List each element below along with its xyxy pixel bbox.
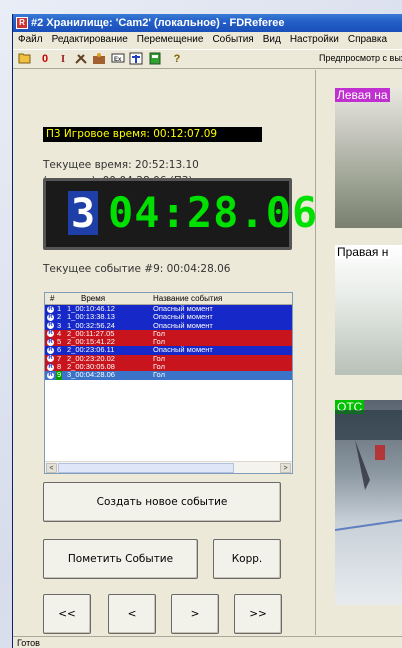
- scene-icon[interactable]: [91, 52, 107, 67]
- camera-preview-ots[interactable]: ОТС: [335, 400, 402, 605]
- referee-icon: R: [47, 322, 54, 330]
- title-bar[interactable]: R #2 Хранилище: 'Cam2' (локальное) - FDR…: [13, 14, 402, 32]
- menu-bar: Файл Редактирование Перемещение События Вид Н…: [13, 32, 402, 48]
- event-num: 9: [56, 370, 63, 380]
- referee-icon: R: [47, 313, 54, 321]
- menu-events[interactable]: События: [207, 34, 257, 45]
- menu-settings[interactable]: Настройки: [285, 34, 343, 45]
- scroll-left-icon[interactable]: <: [46, 463, 57, 473]
- clock-time: 04:28.06: [108, 188, 319, 237]
- first-event-button[interactable]: <<: [43, 594, 91, 634]
- event-name: Гол: [153, 370, 165, 380]
- svg-text:Ex: Ex: [114, 57, 122, 63]
- scroll-right-icon[interactable]: >: [280, 463, 291, 473]
- scoreboard-clock: 3 04:28.06: [43, 178, 317, 250]
- app-window: R #2 Хранилище: 'Cam2' (локальное) - FDR…: [12, 14, 402, 648]
- referee-icon: R: [47, 305, 54, 313]
- camera-label-left: Левая на: [335, 88, 390, 102]
- menu-view[interactable]: Вид: [258, 34, 285, 45]
- current-time-label: Текущее время: 20:52:13.10: [43, 159, 199, 171]
- referee-icon: R: [47, 363, 54, 371]
- camera-preview-right[interactable]: Правая н: [335, 245, 402, 375]
- hockey-rink-image: [335, 410, 402, 531]
- referee-icon: R: [47, 355, 54, 363]
- horizontal-scrollbar[interactable]: < >: [45, 461, 292, 473]
- menu-edit[interactable]: Редактирование: [47, 34, 132, 45]
- event-list[interactable]: # Время Название события R 1 1_00:10:46.12…: [44, 292, 293, 474]
- camera-label-right: Правая н: [335, 245, 391, 259]
- tools-icon[interactable]: [73, 52, 89, 67]
- game-time-label: П3 Игровое время: 00:12:07.09: [43, 127, 262, 142]
- zero-icon[interactable]: 0: [37, 52, 53, 67]
- folder-open-icon[interactable]: [17, 52, 33, 67]
- event-row[interactable]: R 9 3_00:04:28.06 Гол: [45, 370, 292, 380]
- menu-navigate[interactable]: Перемещение: [132, 34, 208, 45]
- camera-preview-panel: Левая на Правая н ОТС: [315, 70, 402, 635]
- left-panel: П3 Игровое время: 00:12:07.09 Текущее вр…: [13, 70, 317, 635]
- prev-event-button[interactable]: <: [108, 594, 156, 634]
- film-icon[interactable]: [147, 52, 163, 67]
- referee-icon: R: [47, 371, 54, 379]
- help-icon[interactable]: ?: [169, 52, 185, 67]
- scroll-thumb[interactable]: [58, 463, 234, 473]
- target-icon[interactable]: [128, 52, 144, 67]
- correct-button[interactable]: Корр.: [213, 539, 281, 579]
- menu-file[interactable]: Файл: [13, 34, 47, 45]
- monitor-icon[interactable]: Ex: [110, 52, 126, 67]
- referee-icon: R: [47, 338, 54, 346]
- create-event-button[interactable]: Создать новое событие: [43, 482, 281, 522]
- window-title: #2 Хранилище: 'Cam2' (локальное) - FDRef…: [31, 17, 285, 29]
- toolbar: 0 I Ex ? Предпросмотр с вых: [13, 49, 402, 69]
- preview-label: Предпросмотр с вых: [319, 53, 402, 63]
- current-event-label: Текущее событие #9: 00:04:28.06: [43, 263, 231, 275]
- next-event-button[interactable]: >: [171, 594, 219, 634]
- cursor-i-icon[interactable]: I: [55, 52, 71, 67]
- col-header-num[interactable]: #: [50, 293, 54, 305]
- last-event-button[interactable]: >>: [234, 594, 282, 634]
- menu-help[interactable]: Справка: [343, 34, 391, 45]
- camera-preview-left[interactable]: Левая на: [335, 88, 402, 228]
- referee-icon: R: [47, 330, 54, 338]
- referee-icon: R: [47, 346, 54, 354]
- mark-event-button[interactable]: Пометить Событие: [43, 539, 198, 579]
- event-time: 3_00:04:28.06: [67, 370, 115, 380]
- clock-period: 3: [68, 191, 98, 237]
- app-icon: R: [16, 17, 28, 29]
- status-bar: Готов: [13, 636, 402, 648]
